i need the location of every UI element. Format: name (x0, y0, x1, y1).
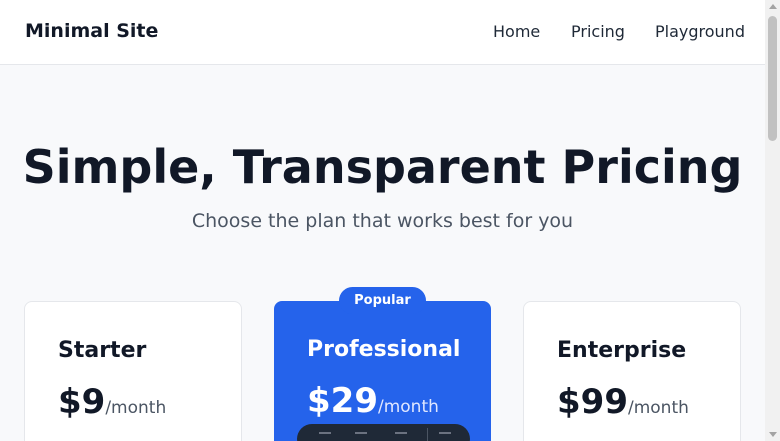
toolbar-tool-icon[interactable] (319, 432, 331, 440)
plan-price: $29/month (307, 381, 439, 421)
plan-card-professional[interactable]: Professional $29/month (274, 301, 491, 441)
plan-price: $9/month (58, 382, 166, 422)
plan-card-starter[interactable]: Starter $9/month (24, 301, 242, 441)
toolbar-tool-icon[interactable] (439, 432, 451, 440)
floating-toolbar[interactable] (297, 424, 470, 441)
scrollbar-thumb[interactable] (768, 16, 777, 141)
toolbar-tool-icon[interactable] (355, 432, 367, 440)
plan-price: $99/month (557, 382, 689, 422)
toolbar-divider (427, 428, 428, 441)
price-period: /month (627, 398, 689, 418)
site-brand[interactable]: Minimal Site (25, 20, 158, 42)
plan-name: Professional (307, 337, 461, 362)
plan-card-enterprise[interactable]: Enterprise $99/month (523, 301, 741, 441)
price-amount: $29 (307, 381, 378, 421)
popular-badge: Popular (339, 287, 426, 314)
plan-name: Enterprise (557, 338, 687, 363)
page-scrollbar[interactable] (765, 0, 780, 441)
hero-subtitle: Choose the plan that works best for you (191, 210, 574, 232)
price-amount: $99 (557, 382, 628, 422)
hero-title: Simple, Transparent Pricing (22, 140, 743, 194)
toolbar-tool-icon[interactable] (395, 432, 407, 440)
price-period: /month (377, 397, 439, 417)
plan-name: Starter (58, 338, 147, 363)
scroll-down-icon[interactable] (769, 432, 777, 437)
price-period: /month (105, 398, 167, 418)
nav-link-home[interactable]: Home (493, 22, 540, 41)
top-navbar: Minimal Site Home Pricing Playground (0, 0, 765, 65)
nav-link-playground[interactable]: Playground (655, 22, 745, 41)
nav-link-pricing[interactable]: Pricing (571, 22, 625, 41)
price-amount: $9 (58, 382, 106, 422)
scroll-up-icon[interactable] (769, 4, 777, 9)
